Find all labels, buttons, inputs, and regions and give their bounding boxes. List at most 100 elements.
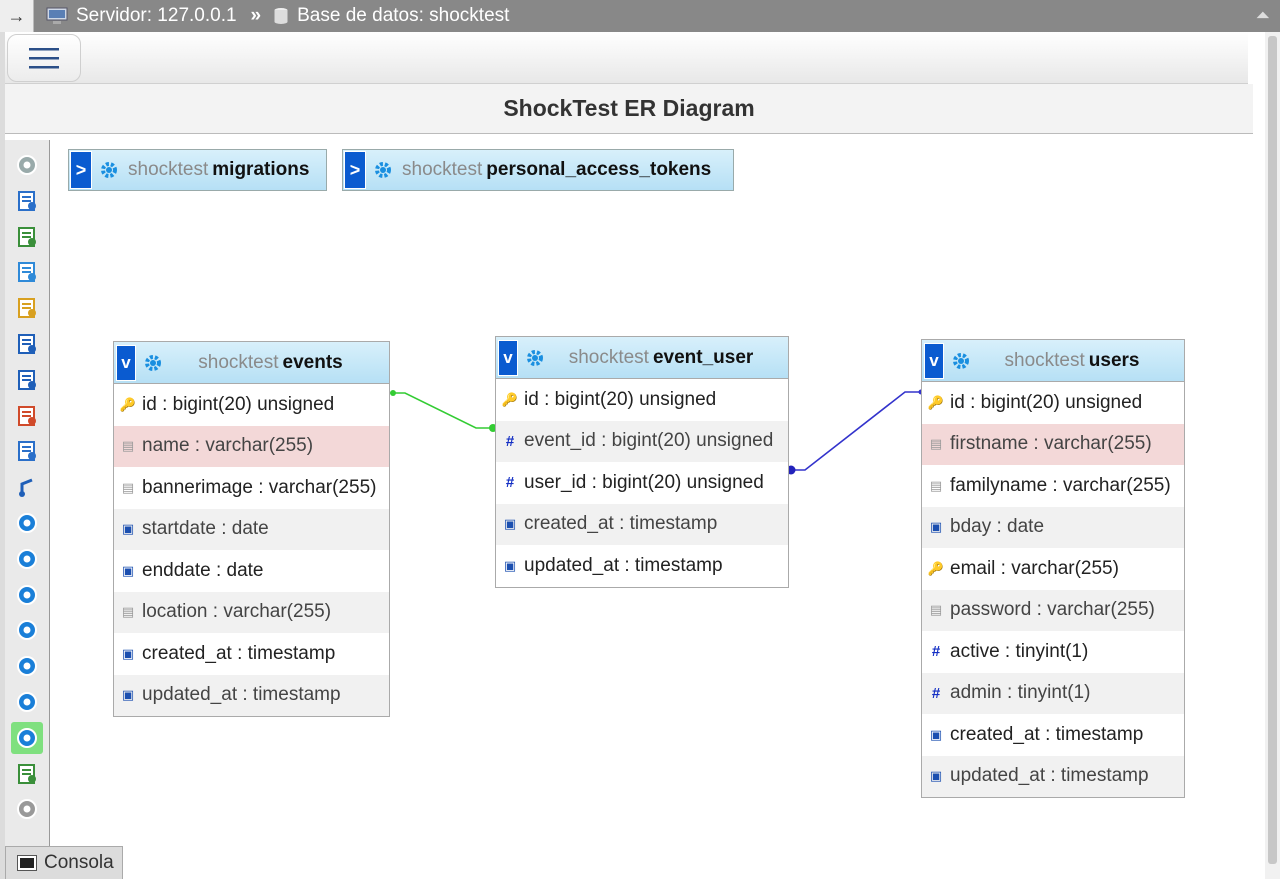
column-row[interactable]: ▤ location : varchar(255) — [114, 591, 389, 633]
column-row[interactable]: ▤ familyname : varchar(255) — [922, 465, 1184, 507]
collapse-toggle-button[interactable]: v — [116, 344, 136, 381]
column-hash-icon: # — [931, 684, 941, 702]
scrollbar-thumb[interactable] — [1268, 36, 1277, 864]
column-label: enddate : date — [142, 559, 264, 581]
column-date-icon: ▣ — [929, 768, 943, 784]
table-name-label: personal_access_tokens — [486, 159, 712, 180]
table-name-label: migrations — [212, 159, 310, 180]
gear-icon[interactable] — [952, 352, 970, 370]
reload-icon[interactable] — [14, 510, 40, 536]
column-row[interactable]: 🔑 id : bigint(20) unsigned — [922, 382, 1184, 424]
snap-grid-icon[interactable] — [14, 617, 40, 643]
breadcrumb-database-label: Base de datos: shocktest — [297, 5, 510, 26]
column-row[interactable]: ▣ created_at : timestamp — [114, 633, 389, 675]
column-row[interactable]: ▤ bannerimage : varchar(255) — [114, 467, 389, 509]
table-name-label: users — [1088, 349, 1140, 371]
help-icon[interactable] — [14, 546, 40, 572]
move-menu-icon[interactable] — [14, 796, 40, 822]
small-big-all-icon[interactable] — [14, 653, 40, 679]
column-row[interactable]: ▣ startdate : date — [114, 508, 389, 550]
save-page-icon[interactable] — [14, 331, 40, 357]
edit-page-icon[interactable] — [14, 295, 40, 321]
delete-page-icon[interactable] — [14, 403, 40, 429]
console-label: Consola — [44, 852, 114, 873]
table-name-label: events — [282, 351, 343, 373]
table-db-label: shocktest — [198, 351, 279, 373]
column-label: bday : date — [950, 516, 1045, 538]
column-row[interactable]: ▤ password : varchar(255) — [922, 589, 1184, 631]
column-text-icon: ▤ — [121, 604, 135, 620]
column-row[interactable]: ▣ updated_at : timestamp — [922, 755, 1184, 797]
column-date-icon: ▣ — [929, 726, 943, 742]
column-row[interactable]: # event_id : bigint(20) unsigned — [496, 420, 788, 462]
view-schema-icon[interactable] — [14, 438, 40, 464]
collapse-toggle-button[interactable]: v — [924, 342, 944, 379]
table-title: shocktest events — [172, 352, 389, 374]
breadcrumb-server[interactable]: Servidor: 127.0.0.1 — [46, 5, 237, 27]
table-migrations-collapsed[interactable]: > shocktest migrations — [68, 149, 327, 191]
column-row[interactable]: ▤ name : varchar(255) — [114, 425, 389, 467]
table-personal-access-tokens-collapsed[interactable]: > shocktest personal_access_tokens — [342, 149, 734, 191]
hamburger-icon — [29, 48, 59, 69]
column-label: firstname : varchar(255) — [950, 433, 1152, 455]
diagram-title-bar: ShockTest ER Diagram — [5, 84, 1253, 134]
toggle-relation-lines-icon[interactable] — [11, 721, 43, 754]
column-row[interactable]: ▣ bday : date — [922, 506, 1184, 548]
column-row[interactable]: ▤ firstname : varchar(255) — [922, 423, 1184, 465]
column-row[interactable]: # active : tinyint(1) — [922, 631, 1184, 673]
table-header[interactable]: v shocktest users — [922, 340, 1184, 382]
column-row[interactable]: ▣ enddate : date — [114, 550, 389, 592]
column-text-icon: ▤ — [121, 479, 135, 495]
save-as-icon[interactable] — [14, 367, 40, 393]
relation-icon[interactable] — [14, 474, 40, 500]
export-icon[interactable] — [14, 761, 40, 787]
console-tab[interactable]: Consola — [5, 846, 123, 879]
nav-arrow-icon[interactable]: → — [0, 0, 34, 32]
column-row[interactable]: # admin : tinyint(1) — [922, 672, 1184, 714]
column-row[interactable]: ▣ created_at : timestamp — [922, 714, 1184, 756]
column-row[interactable]: 🔑 email : varchar(255) — [922, 548, 1184, 590]
expand-toggle-button[interactable]: > — [70, 151, 92, 189]
column-row[interactable]: ▣ updated_at : timestamp — [114, 674, 389, 716]
column-text-icon: ▤ — [121, 438, 135, 454]
expand-toggle-button[interactable]: > — [344, 151, 366, 189]
gear-icon[interactable] — [100, 161, 118, 179]
hamburger-menu-button[interactable] — [7, 34, 81, 82]
toggle-icon[interactable] — [14, 152, 40, 178]
table-name-label: event_user — [652, 346, 754, 368]
server-icon — [46, 7, 68, 24]
table-header[interactable]: v shocktest event_user — [496, 337, 788, 379]
column-label: email : varchar(255) — [950, 557, 1119, 579]
table-event-user[interactable]: v shocktest event_user 🔑 id : bigint(20) uns… — [495, 336, 789, 588]
table-header[interactable]: v shocktest events — [114, 342, 389, 384]
column-label: password : varchar(255) — [950, 599, 1155, 621]
collapse-toggle-button[interactable]: v — [498, 339, 518, 376]
vertical-scrollbar[interactable] — [1265, 32, 1280, 879]
gear-icon[interactable] — [374, 161, 392, 179]
column-label: created_at : timestamp — [950, 723, 1144, 745]
add-tables-icon[interactable] — [14, 224, 40, 250]
table-events[interactable]: v shocktest events 🔑 id : bigint(20) unsigne… — [113, 341, 390, 717]
column-row[interactable]: 🔑 id : bigint(20) unsigned — [114, 384, 389, 426]
table-users[interactable]: v shocktest users 🔑 id : bigint(20) unsigned… — [921, 339, 1185, 798]
column-row[interactable]: ▣ created_at : timestamp — [496, 503, 788, 545]
angular-links-icon[interactable] — [14, 582, 40, 608]
column-row[interactable]: ▣ updated_at : timestamp — [496, 545, 788, 587]
toggle-small-big-icon[interactable] — [14, 689, 40, 715]
column-row[interactable]: 🔑 id : bigint(20) unsigned — [496, 379, 788, 421]
relation-users-event-user[interactable] — [789, 391, 922, 471]
new-page-icon[interactable] — [14, 259, 40, 285]
column-date-icon: ▣ — [121, 645, 135, 661]
column-row[interactable]: # user_id : bigint(20) unsigned — [496, 462, 788, 504]
gear-icon[interactable] — [526, 349, 544, 367]
fullscreen-icon[interactable] — [14, 188, 40, 214]
relation-events-event-user[interactable] — [392, 392, 494, 429]
column-date-icon: ▣ — [121, 687, 135, 703]
column-date-icon: ▣ — [503, 557, 517, 573]
database-icon — [273, 7, 289, 25]
table-db-label: shocktest — [568, 346, 649, 368]
gear-icon[interactable] — [144, 354, 162, 372]
column-key-icon: 🔑 — [927, 560, 945, 576]
collapse-top-icon[interactable]: ⏶ — [1256, 5, 1270, 26]
breadcrumb-database[interactable]: Base de datos: shocktest — [273, 5, 509, 27]
